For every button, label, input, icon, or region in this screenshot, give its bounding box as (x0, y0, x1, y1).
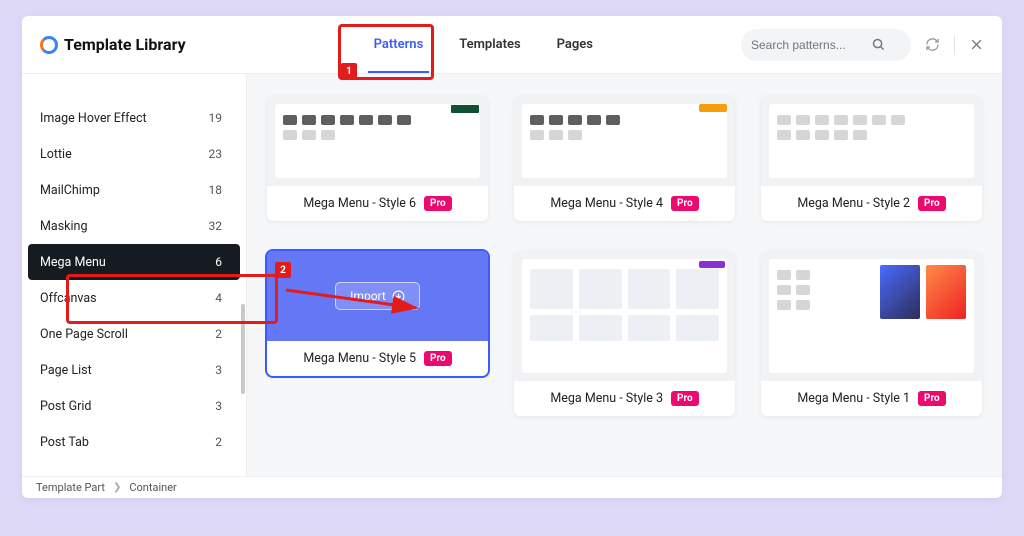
card-title: Mega Menu - Style 4 (550, 196, 663, 211)
sidebar-item-image-hover[interactable]: Image Hover Effect 19 (22, 100, 246, 136)
pattern-card-style4[interactable]: Mega Menu - Style 4 Pro (514, 96, 735, 221)
template-library-dialog: Template Library Patterns Templates Page… (22, 16, 1002, 498)
search-icon[interactable] (871, 37, 886, 52)
sidebar-item-count: 32 (209, 219, 223, 233)
sidebar-item-masking[interactable]: Masking 32 (22, 208, 246, 244)
pattern-grid: Mega Menu - Style 6 Pro Mega Menu - Styl… (267, 96, 982, 416)
sidebar-item-count: 2 (215, 327, 222, 341)
sidebar: Image Hover Effect 19 Lottie 23 MailChim… (22, 74, 247, 476)
card-caption: Mega Menu - Style 6 Pro (267, 186, 488, 221)
logo: Template Library (40, 35, 186, 54)
refresh-icon[interactable] (925, 37, 940, 52)
body: Image Hover Effect 19 Lottie 23 MailChim… (22, 74, 1002, 476)
sidebar-item-page-list[interactable]: Page List 3 (22, 352, 246, 388)
card-caption: Mega Menu - Style 4 Pro (514, 186, 735, 221)
card-thumb (267, 96, 488, 186)
sidebar-item-label: Lottie (40, 147, 72, 162)
sidebar-item-label: Post Grid (40, 399, 91, 414)
sidebar-item-count: 2 (215, 435, 222, 449)
card-caption: Mega Menu - Style 3 Pro (514, 381, 735, 416)
card-thumb (761, 251, 982, 381)
pro-badge: Pro (671, 196, 699, 211)
card-title: Mega Menu - Style 3 (550, 391, 663, 406)
sidebar-item-mega-menu[interactable]: Mega Menu 6 (28, 244, 240, 280)
logo-icon (40, 36, 58, 54)
divider (954, 35, 955, 55)
pattern-card-style1[interactable]: Mega Menu - Style 1 Pro (761, 251, 982, 416)
pro-badge: Pro (918, 391, 946, 406)
pro-badge: Pro (918, 196, 946, 211)
pattern-card-style5[interactable]: Import Mega Menu - Style 5 Pro (267, 251, 488, 376)
card-title: Mega Menu - Style 6 (303, 196, 416, 211)
card-caption: Mega Menu - Style 1 Pro (761, 381, 982, 416)
app-title: Template Library (64, 35, 186, 54)
breadcrumb-item[interactable]: Container (129, 481, 176, 494)
tab-patterns[interactable]: Patterns (356, 16, 442, 73)
sidebar-item-label: Offcanvas (40, 291, 97, 306)
content-area: Mega Menu - Style 6 Pro Mega Menu - Styl… (247, 74, 1002, 476)
tabs: Patterns Templates Pages (356, 16, 611, 73)
card-thumb (514, 96, 735, 186)
sidebar-item-label: Page List (40, 363, 92, 378)
sidebar-item-lottie[interactable]: Lottie 23 (22, 136, 246, 172)
chevron-right-icon: ❯ (113, 482, 121, 493)
pro-badge: Pro (671, 391, 699, 406)
import-label: Import (350, 289, 386, 303)
card-thumb (514, 251, 735, 381)
card-title: Mega Menu - Style 2 (797, 196, 910, 211)
sidebar-item-mailchimp[interactable]: MailChimp 18 (22, 172, 246, 208)
sidebar-scrollbar[interactable] (241, 304, 245, 394)
sidebar-item-one-page-scroll[interactable]: One Page Scroll 2 (22, 316, 246, 352)
annotation-badge-1: 1 (341, 63, 357, 79)
sidebar-item-label: One Page Scroll (40, 327, 128, 342)
sidebar-item-label: Image Hover Effect (40, 111, 147, 126)
card-title: Mega Menu - Style 1 (797, 391, 910, 406)
sidebar-item-count: 3 (215, 399, 222, 413)
pattern-card-style2[interactable]: Mega Menu - Style 2 Pro (761, 96, 982, 221)
search-box[interactable] (741, 29, 911, 61)
sidebar-item-label: MailChimp (40, 183, 100, 198)
breadcrumb: Template Part ❯ Container (22, 476, 1002, 498)
sidebar-item-count: 3 (215, 363, 222, 377)
annotation-badge-2: 2 (275, 262, 291, 278)
pro-badge: Pro (424, 196, 452, 211)
sidebar-item-count: 23 (209, 147, 223, 161)
search-input[interactable] (751, 38, 871, 52)
import-button[interactable]: Import (335, 282, 420, 310)
pattern-card-style6[interactable]: Mega Menu - Style 6 Pro (267, 96, 488, 221)
sidebar-item-label: Mega Menu (40, 255, 106, 270)
sidebar-item-post-grid[interactable]: Post Grid 3 (22, 388, 246, 424)
sidebar-item-count: 4 (215, 291, 222, 305)
download-icon (392, 290, 405, 303)
sidebar-item-post-tab[interactable]: Post Tab 2 (22, 424, 246, 460)
close-icon[interactable] (969, 37, 984, 52)
pro-badge: Pro (424, 351, 452, 366)
tab-pages[interactable]: Pages (539, 16, 611, 73)
card-thumb: Import (267, 251, 488, 341)
card-thumb (761, 96, 982, 186)
header: Template Library Patterns Templates Page… (22, 16, 1002, 74)
breadcrumb-item[interactable]: Template Part (36, 481, 105, 494)
pattern-card-style3[interactable]: Mega Menu - Style 3 Pro (514, 251, 735, 416)
sidebar-item-count: 18 (209, 183, 223, 197)
card-title: Mega Menu - Style 5 (303, 351, 416, 366)
sidebar-item-count: 19 (209, 111, 223, 125)
sidebar-item-label: Masking (40, 219, 87, 234)
card-caption: Mega Menu - Style 2 Pro (761, 186, 982, 221)
tab-templates[interactable]: Templates (441, 16, 538, 73)
card-caption: Mega Menu - Style 5 Pro (267, 341, 488, 376)
header-controls (741, 29, 984, 61)
sidebar-item-label: Post Tab (40, 435, 89, 450)
sidebar-item-offcanvas[interactable]: Offcanvas 4 (22, 280, 246, 316)
sidebar-item-count: 6 (215, 255, 222, 269)
